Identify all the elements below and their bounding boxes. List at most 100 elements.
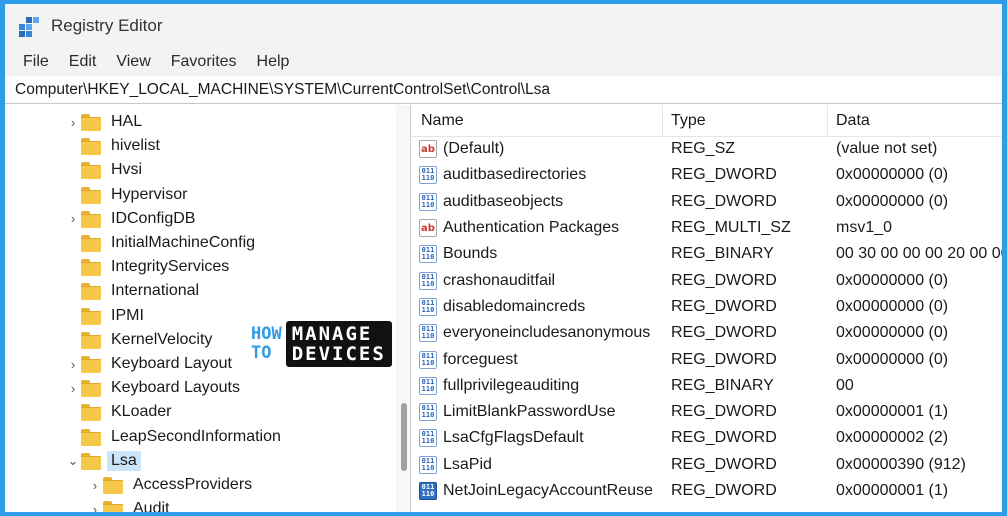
binary-value-icon: 011 110 — [419, 376, 437, 395]
menu-favorites[interactable]: Favorites — [161, 53, 247, 71]
tree-item-lsa[interactable]: ⌄ Lsa — [65, 449, 141, 473]
folder-icon — [81, 162, 101, 180]
value-type: REG_SZ — [671, 140, 736, 158]
tree-item-audit[interactable]: › Audit — [87, 497, 173, 512]
chevron-down-icon[interactable]: ⌄ — [65, 449, 81, 473]
value-row[interactable]: 011 110 auditbaseobjects REG_DWORD 0x0000000… — [411, 189, 1002, 215]
folder-icon — [81, 380, 101, 398]
value-name-cell: 011 110 NetJoinLegacyAccountReuse — [411, 482, 663, 500]
panes: HOW TO MANAGE DEVICES › HAL hivelist Hvsi Hy… — [5, 105, 1002, 512]
value-name-cell: 011 110 crashonauditfail — [411, 271, 663, 290]
no-expander — [65, 158, 81, 182]
menu-view[interactable]: View — [106, 53, 160, 71]
tree-item-kloader[interactable]: KLoader — [65, 400, 176, 424]
value-row[interactable]: 011 110 LsaPid REG_DWORD 0x00000390 (912) — [411, 452, 1002, 478]
tree-item-kernelvelocity[interactable]: KernelVelocity — [65, 328, 216, 352]
tree-item-integrityservices[interactable]: IntegrityServices — [65, 255, 233, 279]
value-row[interactable]: 011 110 LsaCfgFlagsDefault REG_DWORD 0x00000… — [411, 425, 1002, 451]
registry-cubes-icon — [17, 14, 41, 38]
tree-item-label: Audit — [133, 500, 170, 512]
value-row[interactable]: ab Authentication Packages REG_MULTI_SZ msv… — [411, 215, 1002, 241]
address-bar[interactable]: Computer\HKEY_LOCAL_MACHINE\SYSTEM\Curre… — [5, 76, 1002, 104]
value-data: 0x00000390 (912) — [836, 455, 966, 473]
menu-edit[interactable]: Edit — [59, 53, 107, 71]
value-type: REG_DWORD — [671, 403, 777, 421]
value-name: crashonauditfail — [443, 271, 556, 289]
watermark-manage: MANAGE — [291, 323, 373, 345]
tree-item-ipmi[interactable]: IPMI — [65, 304, 148, 328]
value-row[interactable]: 011 110 auditbasedirectories REG_DWORD 0x000… — [411, 162, 1002, 188]
value-name: forceguest — [443, 350, 518, 368]
value-name: auditbaseobjects — [443, 192, 564, 210]
column-header-type[interactable]: Type — [663, 105, 828, 136]
watermark-devices: DEVICES — [291, 343, 386, 365]
folder-icon — [103, 477, 123, 494]
value-row[interactable]: 011 110 LimitBlankPasswordUse REG_DWORD 0x00… — [411, 399, 1002, 425]
tree-item-label: International — [111, 282, 200, 300]
value-row[interactable]: 011 110 forceguest REG_DWORD 0x00000000 (0) — [411, 346, 1002, 372]
registry-editor-window: Registry Editor File Edit View Favorites… — [5, 4, 1002, 512]
no-expander — [65, 279, 81, 303]
chevron-right-icon[interactable]: › — [87, 473, 103, 497]
value-type: REG_DWORD — [671, 350, 777, 368]
tree-item-hivelist[interactable]: hivelist — [65, 134, 164, 158]
no-expander — [65, 255, 81, 279]
value-type: REG_BINARY — [671, 245, 774, 263]
no-expander — [65, 183, 81, 207]
value-data: 0x00000001 (1) — [836, 482, 949, 499]
tree-item-label: Keyboard Layout — [111, 355, 232, 372]
tree-item-international[interactable]: International — [65, 279, 203, 303]
list-header: Name Type Data — [411, 105, 1002, 137]
value-name-cell: 011 110 LimitBlankPasswordUse — [411, 403, 663, 422]
watermark-how: HOW — [251, 324, 282, 344]
value-row[interactable]: ab (Default) REG_SZ (value not set) — [411, 136, 1002, 162]
chevron-right-icon[interactable]: › — [87, 497, 103, 512]
tree-item-accessproviders[interactable]: › AccessProviders — [87, 473, 256, 497]
value-name: LsaPid — [443, 455, 492, 473]
column-header-name[interactable]: Name — [411, 105, 663, 136]
tree-scrollbar[interactable] — [396, 105, 410, 512]
tree-item-label: hivelist — [111, 137, 160, 155]
folder-icon — [81, 138, 101, 156]
value-row[interactable]: 011 110 disabledomaincreds REG_DWORD 0x00000… — [411, 294, 1002, 320]
folder-icon — [81, 356, 101, 373]
value-row[interactable]: 011 110 fullprivilegeauditing REG_BINARY 00 — [411, 373, 1002, 399]
tree-item-label: KernelVelocity — [111, 330, 213, 348]
tree-item-hypervisor[interactable]: Hypervisor — [65, 183, 191, 207]
value-row[interactable]: 011 110 NetJoinLegacyAccountReuse REG_DWORD… — [411, 478, 1002, 504]
no-expander — [65, 425, 81, 449]
no-expander — [65, 304, 81, 328]
value-type: REG_DWORD — [671, 324, 777, 342]
value-type: REG_BINARY — [671, 376, 774, 394]
chevron-right-icon[interactable]: › — [65, 376, 81, 400]
watermark-logo: HOW TO MANAGE DEVICES — [251, 321, 392, 367]
value-row[interactable]: 011 110 Bounds REG_BINARY 00 30 00 00 00 20 … — [411, 241, 1002, 267]
key-tree-pane: HOW TO MANAGE DEVICES › HAL hivelist Hvsi Hy… — [5, 105, 411, 512]
value-name-cell: 011 110 fullprivilegeauditing — [411, 376, 663, 395]
column-header-data[interactable]: Data — [828, 105, 1002, 136]
value-name: (Default) — [443, 140, 505, 158]
value-name: Bounds — [443, 245, 498, 263]
tree-item-label: Lsa — [107, 450, 141, 471]
value-data: 0x00000002 (2) — [836, 429, 949, 447]
value-name: LimitBlankPasswordUse — [443, 403, 616, 421]
value-name-cell: 011 110 LsaCfgFlagsDefault — [411, 429, 663, 448]
chevron-right-icon[interactable]: › — [65, 352, 81, 376]
tree-item-keyboard-layouts[interactable]: › Keyboard Layouts — [65, 376, 244, 400]
chevron-right-icon[interactable]: › — [65, 110, 81, 134]
tree-item-hvsi[interactable]: Hvsi — [65, 158, 146, 182]
menu-help[interactable]: Help — [247, 53, 300, 71]
folder-icon — [81, 114, 101, 131]
tree-item-idconfigdb[interactable]: › IDConfigDB — [65, 207, 199, 231]
tree-item-leapsecondinformation[interactable]: LeapSecondInformation — [65, 425, 285, 449]
value-row[interactable]: 011 110 everyoneincludesanonymous REG_DWORD… — [411, 320, 1002, 346]
tree-scrollbar-thumb[interactable] — [401, 403, 407, 471]
value-row[interactable]: 011 110 crashonauditfail REG_DWORD 0x0000000… — [411, 267, 1002, 293]
tree-item-hal[interactable]: › HAL — [65, 110, 146, 134]
menu-file[interactable]: File — [13, 53, 59, 71]
tree-item-keyboard-layout[interactable]: › Keyboard Layout — [65, 352, 236, 376]
value-name-cell: 011 110 everyoneincludesanonymous — [411, 324, 663, 343]
tree-item-initialmachineconfig[interactable]: InitialMachineConfig — [65, 231, 259, 255]
chevron-right-icon[interactable]: › — [65, 207, 81, 231]
binary-value-icon: 011 110 — [419, 350, 437, 369]
